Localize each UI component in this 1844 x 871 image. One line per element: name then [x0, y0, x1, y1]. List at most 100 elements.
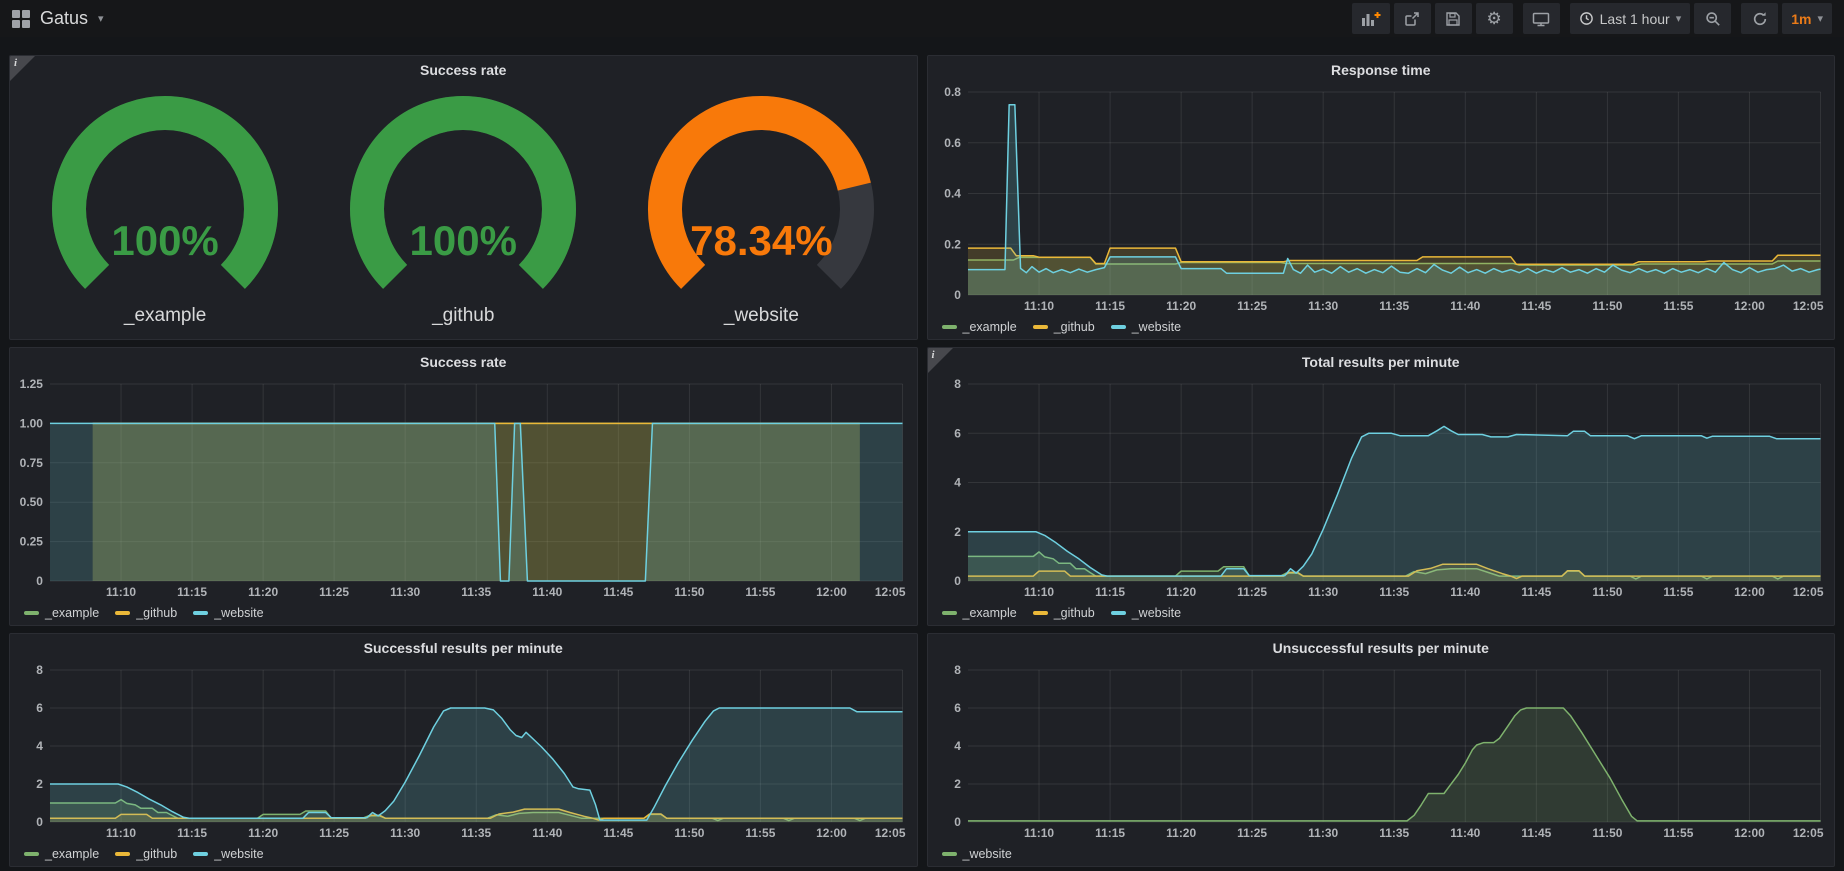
panel-success-rate-graph: Success rate 00.250.500.751.001.2511:101… — [9, 347, 918, 626]
gauge-arc — [315, 89, 611, 305]
info-icon[interactable]: i — [928, 348, 953, 373]
panel-title[interactable]: Response time — [928, 56, 1835, 84]
svg-text:11:10: 11:10 — [1024, 299, 1054, 313]
settings-button[interactable]: ⚙ — [1476, 3, 1513, 34]
svg-text:11:30: 11:30 — [390, 826, 420, 840]
legend-item-_website[interactable]: _website — [1111, 606, 1181, 620]
legend-item-_website[interactable]: _website — [193, 606, 263, 620]
chevron-down-icon[interactable]: ▾ — [98, 12, 104, 25]
svg-text:11:55: 11:55 — [745, 585, 775, 599]
svg-text:11:50: 11:50 — [1592, 585, 1622, 599]
legend-swatch — [193, 611, 208, 615]
svg-text:2: 2 — [954, 525, 961, 539]
panel-title[interactable]: Unsuccessful results per minute — [928, 634, 1835, 662]
svg-text:12:00: 12:00 — [1734, 585, 1765, 599]
svg-text:11:40: 11:40 — [1450, 299, 1480, 313]
dashboard-grid: i Success rate 100% _example 100% _githu… — [0, 37, 1844, 867]
svg-text:11:15: 11:15 — [1095, 826, 1125, 840]
panel-title[interactable]: Success rate — [10, 348, 917, 376]
svg-text:11:15: 11:15 — [177, 826, 207, 840]
svg-text:11:20: 11:20 — [1166, 826, 1196, 840]
refresh-interval-picker[interactable]: 1m ▾ — [1782, 3, 1832, 34]
legend-item-_example[interactable]: _example — [24, 847, 99, 861]
panel-title[interactable]: Success rate — [10, 56, 917, 84]
zoom-out-button[interactable] — [1694, 3, 1731, 34]
refresh-button[interactable] — [1741, 3, 1778, 34]
info-icon[interactable]: i — [10, 56, 35, 81]
svg-text:6: 6 — [954, 426, 961, 440]
panel-title[interactable]: Total results per minute — [928, 348, 1835, 376]
svg-text:11:25: 11:25 — [319, 585, 349, 599]
chart-area: 00.20.40.60.811:1011:1511:2011:2511:3011… — [928, 84, 1835, 315]
gauge-github: 100% _github — [315, 89, 611, 327]
svg-text:0.8: 0.8 — [944, 85, 961, 99]
chart-legend: _example _github _website — [10, 842, 917, 866]
legend-item-_github[interactable]: _github — [115, 606, 177, 620]
tv-mode-button[interactable] — [1523, 3, 1560, 34]
svg-text:1.25: 1.25 — [20, 377, 44, 391]
chart-area: 0246811:1011:1511:2011:2511:3011:3511:40… — [928, 662, 1835, 842]
svg-text:12:05: 12:05 — [875, 826, 906, 840]
svg-text:8: 8 — [36, 663, 43, 677]
legend-item-_website[interactable]: _website — [1111, 320, 1181, 334]
magnifier-minus-icon — [1705, 11, 1721, 27]
panel-actions-group: ⚙ — [1352, 3, 1513, 34]
legend-label: _example — [963, 320, 1017, 334]
legend-item-_example[interactable]: _example — [942, 320, 1017, 334]
svg-text:12:00: 12:00 — [816, 585, 847, 599]
panel-title[interactable]: Successful results per minute — [10, 634, 917, 662]
svg-text:4: 4 — [954, 475, 961, 489]
dashboards-grid-icon[interactable] — [12, 10, 30, 28]
legend-label: _website — [1132, 320, 1181, 334]
svg-text:0.50: 0.50 — [20, 495, 44, 509]
svg-text:12:00: 12:00 — [1734, 826, 1765, 840]
legend-item-_github[interactable]: _github — [1033, 606, 1095, 620]
legend-item-_example[interactable]: _example — [24, 606, 99, 620]
legend-item-_example[interactable]: _example — [942, 606, 1017, 620]
svg-text:11:50: 11:50 — [674, 585, 704, 599]
svg-text:11:25: 11:25 — [319, 826, 349, 840]
panel-unsuccessful-results: Unsuccessful results per minute 0246811:… — [927, 633, 1836, 867]
svg-text:11:15: 11:15 — [1095, 299, 1125, 313]
add-panel-button[interactable] — [1352, 3, 1390, 34]
legend-swatch — [1033, 325, 1048, 329]
svg-text:8: 8 — [954, 377, 961, 391]
share-button[interactable] — [1394, 3, 1431, 34]
legend-label: _github — [136, 606, 177, 620]
chevron-down-icon: ▾ — [1676, 12, 1682, 25]
svg-text:2: 2 — [36, 777, 43, 791]
legend-item-_website[interactable]: _website — [942, 847, 1012, 861]
legend-item-_website[interactable]: _website — [193, 847, 263, 861]
svg-text:11:45: 11:45 — [603, 826, 633, 840]
svg-text:11:20: 11:20 — [1166, 585, 1196, 599]
svg-text:11:40: 11:40 — [1450, 585, 1480, 599]
refresh-icon — [1752, 11, 1768, 27]
svg-text:11:10: 11:10 — [1024, 585, 1054, 599]
svg-text:4: 4 — [954, 739, 961, 753]
refresh-group: 1m ▾ — [1741, 3, 1832, 34]
chart-legend: _website — [928, 842, 1835, 866]
chart-area: 0246811:1011:1511:2011:2511:3011:3511:40… — [928, 376, 1835, 601]
svg-text:11:20: 11:20 — [1166, 299, 1196, 313]
svg-text:12:05: 12:05 — [1792, 585, 1823, 599]
legend-swatch — [24, 611, 39, 615]
svg-text:11:25: 11:25 — [1237, 585, 1267, 599]
legend-item-_github[interactable]: _github — [1033, 320, 1095, 334]
legend-swatch — [942, 611, 957, 615]
success-rate-chart: 00.250.500.751.001.2511:1011:1511:2011:2… — [10, 376, 917, 601]
save-button[interactable] — [1435, 3, 1472, 34]
share-icon — [1404, 11, 1420, 27]
svg-text:0.4: 0.4 — [944, 186, 961, 200]
dashboard-title[interactable]: Gatus — [40, 8, 88, 29]
legend-label: _github — [1054, 320, 1095, 334]
time-range-label: Last 1 hour — [1600, 11, 1670, 27]
svg-text:11:15: 11:15 — [177, 585, 207, 599]
svg-text:11:25: 11:25 — [1237, 826, 1267, 840]
svg-text:11:50: 11:50 — [674, 826, 704, 840]
chevron-down-icon: ▾ — [1817, 12, 1823, 25]
legend-item-_github[interactable]: _github — [115, 847, 177, 861]
time-range-picker[interactable]: Last 1 hour ▾ — [1570, 3, 1691, 34]
svg-text:0: 0 — [954, 574, 961, 588]
svg-text:11:35: 11:35 — [1379, 585, 1409, 599]
legend-swatch — [115, 852, 130, 856]
